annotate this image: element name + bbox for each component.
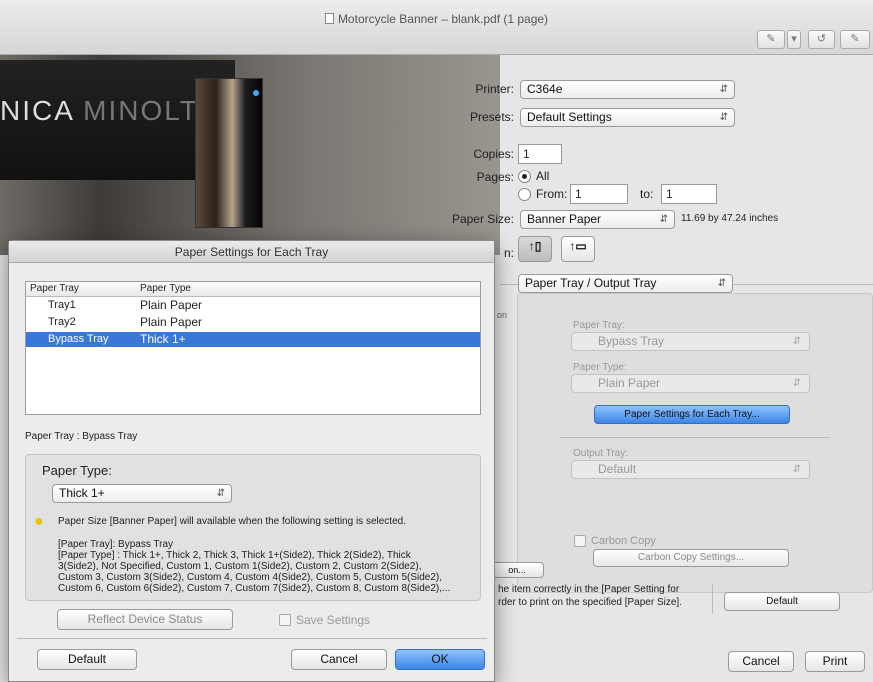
pencil-icon: ✎ <box>766 33 776 45</box>
annotate-button[interactable]: ✎ <box>757 30 785 49</box>
column-header-type[interactable]: Paper Type <box>140 283 191 294</box>
share-button[interactable]: ↺ <box>808 30 835 49</box>
window-title: Motorcycle Banner – blank.pdf (1 page) <box>0 12 873 26</box>
dialog-default-button[interactable]: Default <box>37 649 137 670</box>
window-titlebar <box>0 0 873 55</box>
toolbox-icon: ✎ <box>850 33 860 45</box>
availability-warning: Paper Size [Banner Paper] will available… <box>58 516 406 527</box>
annotate-menu-button[interactable]: ▾ <box>787 30 801 49</box>
default-button[interactable]: Default <box>724 592 840 611</box>
banner-logo-mark <box>253 90 259 96</box>
updown-arrows-icon: ⇵ <box>719 112 728 123</box>
updown-arrows-icon: ⇵ <box>717 278 726 289</box>
pages-from-field[interactable]: 1 <box>570 184 628 204</box>
paper-settings-dialog: Paper Settings for Each Tray Paper Tray … <box>8 240 495 682</box>
pdf-document-icon <box>324 13 334 24</box>
footer-note-line-2: rder to print on the specified [Paper Si… <box>498 597 682 608</box>
partial-label: on <box>497 310 508 320</box>
paper-size-label: Paper Size: <box>451 212 514 226</box>
pages-to-label: to: <box>640 187 654 201</box>
edit-button[interactable]: ✎ <box>840 30 870 49</box>
dialog-cancel-button[interactable]: Cancel <box>291 649 387 670</box>
dialog-ok-button[interactable]: OK <box>395 649 485 670</box>
pages-range-radio[interactable] <box>518 188 531 201</box>
chevron-down-icon: ▾ <box>791 33 797 45</box>
tray-list[interactable]: Paper Tray Paper Type Tray1 Plain Paper … <box>25 281 481 415</box>
presets-label: Presets: <box>469 110 514 124</box>
dialog-title: Paper Settings for Each Tray <box>9 241 494 263</box>
landscape-orientation-button[interactable]: ↑▭ <box>561 236 595 262</box>
updown-arrows-icon: ⇵ <box>659 214 668 225</box>
paper-settings-each-tray-button[interactable]: Paper Settings for Each Tray... <box>594 405 790 424</box>
updown-arrows-icon: ⇵ <box>719 84 728 95</box>
save-settings-label: Save Settings <box>296 613 371 627</box>
output-tray-select[interactable]: Default ⇵ <box>571 460 810 479</box>
landscape-icon: ↑▭ <box>569 239 587 253</box>
table-row[interactable]: Tray2 Plain Paper <box>26 315 480 330</box>
tray-list-header: Paper Tray Paper Type <box>26 282 480 297</box>
table-row-selected[interactable]: Bypass Tray Thick 1+ <box>26 332 480 347</box>
portrait-orientation-button[interactable]: ↑▯ <box>518 236 552 262</box>
printer-select[interactable]: C364e ⇵ <box>520 80 735 99</box>
pages-all-label: All <box>536 169 550 183</box>
paper-tray-label: Paper Tray: <box>573 320 625 331</box>
reflect-device-status-button[interactable]: Reflect Device Status <box>57 609 233 630</box>
save-settings-checkbox[interactable] <box>279 614 291 626</box>
copies-label: Copies: <box>473 147 514 161</box>
pages-label: Pages: <box>476 170 514 184</box>
output-tray-label: Output Tray: <box>573 448 629 459</box>
paper-type-label: Paper Type: <box>573 362 627 373</box>
dialog-paper-type-label: Paper Type: <box>42 463 112 478</box>
share-icon: ↺ <box>816 33 827 45</box>
lightbulb-icon: ● <box>34 513 44 530</box>
cancel-button[interactable]: Cancel <box>728 651 794 672</box>
carbon-copy-label: Carbon Copy <box>591 535 656 547</box>
paper-tray-select[interactable]: Bypass Tray ⇵ <box>571 332 810 351</box>
print-button[interactable]: Print <box>805 651 865 672</box>
section-select[interactable]: Paper Tray / Output Tray ⇵ <box>518 274 733 293</box>
paper-type-group: Paper Type: Thick 1+ ⇵ ● Paper Size [Bann… <box>25 454 481 601</box>
pages-to-field[interactable]: 1 <box>661 184 717 204</box>
pages-all-radio[interactable] <box>518 170 531 183</box>
partial-button[interactable]: on... <box>490 562 544 578</box>
updown-arrows-icon: ⇵ <box>792 336 801 347</box>
copies-field[interactable]: 1 <box>518 144 562 164</box>
presets-select[interactable]: Default Settings ⇵ <box>520 108 735 127</box>
pages-from-label: From: <box>536 187 568 201</box>
printer-label: Printer: <box>475 82 514 96</box>
updown-arrows-icon: ⇵ <box>216 488 225 499</box>
carbon-copy-checkbox[interactable] <box>574 535 586 547</box>
dialog-paper-type-select[interactable]: Thick 1+ ⇵ <box>52 484 232 503</box>
updown-arrows-icon: ⇵ <box>792 464 801 475</box>
column-header-tray[interactable]: Paper Tray <box>30 283 79 294</box>
paper-type-select[interactable]: Plain Paper ⇵ <box>571 374 810 393</box>
paper-size-select[interactable]: Banner Paper ⇵ <box>520 210 675 229</box>
paper-size-dimensions: 11.69 by 47.24 inches <box>681 213 779 224</box>
banner-preview <box>195 78 263 228</box>
footer-divider <box>712 584 713 614</box>
portrait-icon: ↑▯ <box>528 239 542 253</box>
pane-divider <box>560 437 830 438</box>
footer-note-line-1: he item correctly in the [Paper Setting … <box>498 584 680 595</box>
detail-line-5: Custom 6, Custom 6(Side2), Custom 7, Cus… <box>58 583 451 594</box>
carbon-copy-settings-button[interactable]: Carbon Copy Settings... <box>593 549 789 567</box>
updown-arrows-icon: ⇵ <box>792 378 801 389</box>
table-row[interactable]: Tray1 Plain Paper <box>26 298 480 313</box>
selection-label: Paper Tray : Bypass Tray <box>25 431 138 442</box>
dialog-divider <box>17 638 487 639</box>
